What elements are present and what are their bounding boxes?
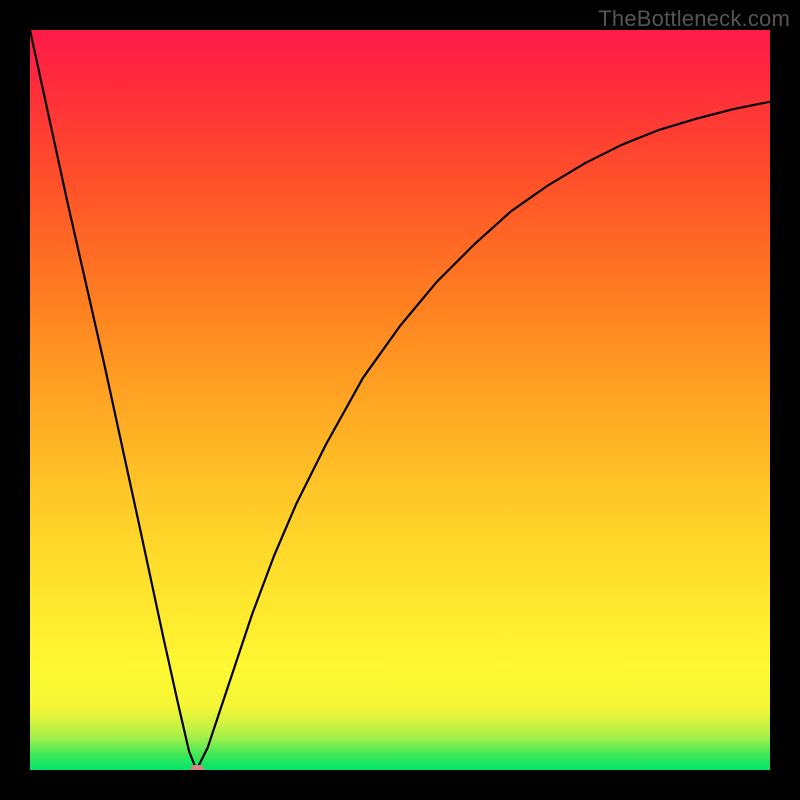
- plot-area: [30, 30, 770, 770]
- watermark-text: TheBottleneck.com: [598, 6, 790, 32]
- chart-frame: TheBottleneck.com: [0, 0, 800, 800]
- bottleneck-curve: [30, 30, 770, 770]
- optimum-marker: [190, 765, 204, 770]
